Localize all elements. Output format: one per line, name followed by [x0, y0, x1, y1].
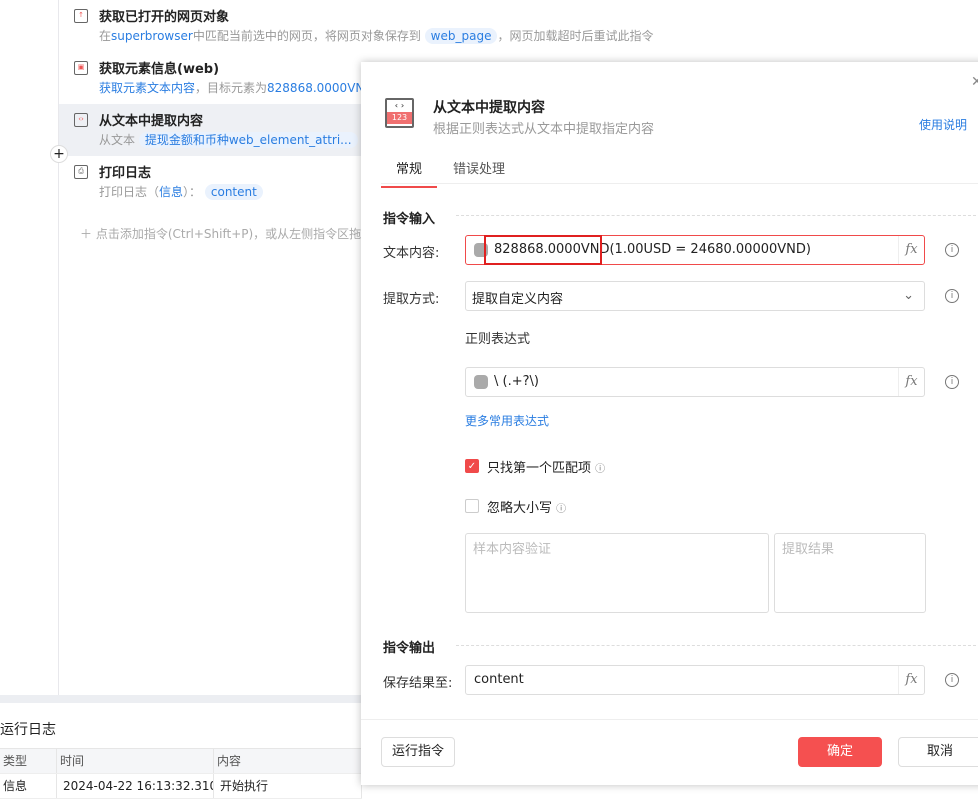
save-label: 保存结果至:: [383, 676, 453, 691]
first-match-label: 只找第一个匹配项 ⓘ: [487, 461, 606, 476]
highlight-box: [484, 235, 602, 265]
chevron-down-icon: ⌄: [903, 288, 914, 303]
info-icon: ⓘ: [556, 504, 567, 515]
text-content-input[interactable]: 828868.0000VND(1.00USD = 24680.00000VND)…: [465, 235, 925, 265]
browser-icon: ↑: [74, 9, 88, 23]
flow-item-title: 打印日志: [99, 166, 152, 181]
variable-chip[interactable]: content: [204, 184, 263, 200]
info-icon: ⓘ: [595, 464, 606, 475]
mode-select[interactable]: 提取自定义内容 ⌄: [465, 281, 925, 311]
python-icon: [474, 375, 488, 389]
confirm-button[interactable]: 确定: [798, 737, 882, 767]
run-command-button[interactable]: 运行指令: [381, 737, 455, 767]
extract-icon: ‹ › 123: [385, 98, 414, 128]
help-link[interactable]: 使用说明: [919, 116, 967, 133]
column-header: 内容: [214, 749, 362, 773]
divider: [456, 645, 976, 646]
extract-dialog: ✕ ‹ › 123 从文本中提取内容 根据正则表达式从文本中提取指定内容 使用说明…: [361, 62, 978, 785]
flow-item-desc: 获取元素文本内容，目标元素为828868.0000VNI: [99, 81, 368, 95]
close-icon[interactable]: ✕: [971, 74, 978, 90]
regex-input[interactable]: \ (.+?\) fx: [465, 367, 925, 397]
divider: [0, 695, 362, 703]
first-match-checkbox[interactable]: ✓: [465, 459, 479, 473]
dialog-subtitle: 根据正则表达式从文本中提取指定内容: [433, 122, 655, 137]
mode-label: 提取方式:: [383, 292, 440, 307]
info-icon[interactable]: i: [945, 375, 959, 389]
regex-label: 正则表达式: [465, 332, 531, 347]
section-input: 指令输入: [383, 212, 436, 227]
info-icon[interactable]: i: [945, 243, 959, 257]
section-output: 指令输出: [383, 641, 436, 656]
variable-chip[interactable]: web_page: [424, 28, 498, 44]
flow-item-get-webpage[interactable]: ↑ 获取已打开的网页对象 在superbrowser中匹配当前选中的网页，将网页…: [59, 0, 653, 52]
divider: [456, 215, 976, 216]
dialog-footer: [361, 719, 978, 720]
add-step-hint[interactable]: ＋ 点击添加指令(Ctrl+Shift+P)，或从左侧指令区拖入: [80, 225, 373, 242]
flow-item-title: 获取已打开的网页对象: [99, 10, 230, 25]
flow-item-desc: 在superbrowser中匹配当前选中的网页，将网页对象保存到 web_pag…: [99, 28, 654, 44]
fx-button[interactable]: fx: [898, 666, 924, 694]
fx-button[interactable]: fx: [898, 236, 924, 264]
more-regex-link[interactable]: 更多常用表达式: [465, 412, 549, 429]
flow-item-title: 获取元素信息(web): [99, 62, 220, 77]
dialog-title: 从文本中提取内容: [433, 100, 545, 116]
column-header: 类型: [0, 749, 57, 773]
table-row: 信息 2024-04-22 16:13:32.310 开始执行: [0, 774, 362, 799]
save-result-input[interactable]: content fx: [465, 665, 925, 695]
column-header: 时间: [57, 749, 214, 773]
printer-icon: ⎙: [74, 165, 88, 179]
info-icon[interactable]: i: [945, 289, 959, 303]
flow-item-desc: 从文本 提现金额和币种web_element_attri... 中提: [99, 131, 385, 148]
cancel-button[interactable]: 取消: [898, 737, 978, 767]
tab-bar: 常规 错误处理: [381, 152, 978, 188]
sample-textarea[interactable]: 样本内容验证: [465, 533, 769, 613]
fx-button[interactable]: fx: [898, 368, 924, 396]
tab-error-handling[interactable]: 错误处理: [453, 158, 505, 177]
info-icon[interactable]: i: [945, 673, 959, 687]
ignore-case-label: 忽略大小写 ⓘ: [487, 501, 567, 516]
log-table: 类型 时间 内容 信息 2024-04-22 16:13:32.310 开始执行: [0, 748, 362, 799]
result-textarea[interactable]: 提取结果: [774, 533, 926, 613]
variable-chip[interactable]: 提现金额和币种web_element_attri...: [138, 132, 358, 148]
flow-item-title: 从文本中提取内容: [99, 114, 204, 129]
flow-item-desc: 打印日志（信息）： content: [99, 183, 263, 200]
ignore-case-checkbox[interactable]: [465, 499, 479, 513]
element-icon: ▣: [74, 61, 88, 75]
extract-icon: ‹›: [74, 113, 88, 127]
tab-general[interactable]: 常规: [381, 158, 438, 188]
log-title: 运行日志: [0, 722, 56, 738]
text-label: 文本内容:: [383, 246, 440, 261]
